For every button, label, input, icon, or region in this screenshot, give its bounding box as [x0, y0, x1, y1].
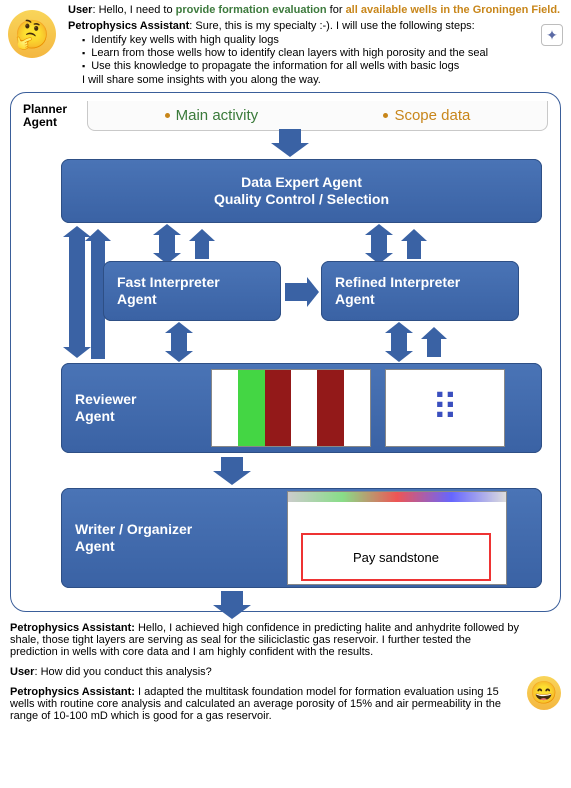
arrow-double-vertical-icon — [69, 237, 85, 347]
arrow-up-icon — [195, 241, 209, 259]
pay-sandstone-label: Pay sandstone — [301, 533, 491, 581]
scope-box: Main activity Scope data — [87, 101, 548, 131]
arrow-down-icon — [279, 129, 301, 143]
user-text-pre: : Hello, I need to — [92, 4, 175, 16]
conversation-top: 🤔 ✦ User: Hello, I need to provide forma… — [68, 4, 561, 86]
scope-main-text: Main activity — [176, 107, 259, 124]
dot-icon — [383, 113, 388, 118]
arrow-double-vertical-icon — [171, 333, 187, 351]
arrow-down-icon — [221, 591, 243, 605]
thinking-emoji-icon: 🤔 — [8, 10, 56, 58]
refined-line2: Agent — [335, 291, 375, 307]
scope-main-activity: Main activity — [165, 107, 259, 124]
assistant-label: Petrophysics Assistant: — [10, 686, 135, 698]
user-followup: User: How did you conduct this analysis? — [10, 666, 521, 678]
arrow-up-icon — [407, 241, 421, 259]
arrow-double-vertical-icon — [159, 235, 175, 253]
assistant-label: Petrophysics Assistant — [68, 20, 189, 32]
arrow-down-icon — [221, 457, 243, 471]
step-item: Use this knowledge to propagate the info… — [82, 60, 561, 72]
assistant-result-2: Petrophysics Assistant: I adapted the mu… — [10, 686, 521, 722]
log-panel-chart — [211, 369, 371, 447]
step-item: Learn from those wells how to identify c… — [82, 47, 561, 59]
assistant-steps-list: Identify key wells with high quality log… — [82, 34, 561, 72]
arrow-up-icon — [427, 339, 441, 357]
fast-line1: Fast Interpreter — [117, 274, 220, 290]
assistant-intro: Petrophysics Assistant: Sure, this is my… — [68, 20, 561, 32]
scatter-plot-chart: ⠿ — [385, 369, 505, 447]
user-text-mid: for — [327, 4, 346, 16]
reviewer-line1: Reviewer — [75, 391, 136, 407]
user-label: User — [10, 666, 34, 678]
data-expert-line1: Data Expert Agent — [241, 174, 362, 190]
assistant-closing: I will share some insights with you alon… — [82, 74, 561, 86]
conversation-bottom: 😄 Petrophysics Assistant: Hello, I achie… — [10, 622, 561, 722]
user-followup-text: : How did you conduct this analysis? — [34, 666, 211, 678]
arrow-double-vertical-icon — [371, 235, 387, 253]
fast-line2: Agent — [117, 291, 157, 307]
scope-data-text: Scope data — [394, 107, 470, 124]
data-expert-agent: Data Expert AgentQuality Control / Selec… — [61, 159, 542, 223]
arrow-right-icon — [285, 283, 307, 301]
reviewer-line2: Agent — [75, 408, 115, 424]
writer-line1: Writer / Organizer — [75, 521, 192, 537]
scope-data: Scope data — [383, 107, 470, 124]
writer-line2: Agent — [75, 538, 115, 554]
dot-icon — [165, 113, 170, 118]
user-highlight-1: provide formation evaluation — [176, 4, 327, 16]
assistant-intro-text: : Sure, this is my specialty :-). I will… — [189, 20, 475, 32]
laughing-emoji-icon: 😄 — [527, 676, 561, 710]
user-label: User — [68, 4, 92, 16]
agent-flowchart: Planner Agent Main activity Scope data D… — [10, 92, 561, 612]
sparkle-icon: ✦ — [541, 24, 563, 46]
assistant-result-1: Petrophysics Assistant: Hello, I achieve… — [10, 622, 521, 658]
user-prompt: User: Hello, I need to provide formation… — [68, 4, 561, 16]
user-highlight-2: all available wells in the Groningen Fie… — [346, 4, 561, 16]
refined-interpreter-agent: Refined InterpreterAgent — [321, 261, 519, 321]
arrow-double-vertical-icon — [391, 333, 407, 351]
assistant-label: Petrophysics Assistant: — [10, 622, 135, 634]
refined-line1: Refined Interpreter — [335, 274, 460, 290]
planner-agent-label: Planner Agent — [23, 103, 79, 129]
fast-interpreter-agent: Fast InterpreterAgent — [103, 261, 281, 321]
step-item: Identify key wells with high quality log… — [82, 34, 561, 46]
data-expert-line2: Quality Control / Selection — [214, 191, 389, 207]
